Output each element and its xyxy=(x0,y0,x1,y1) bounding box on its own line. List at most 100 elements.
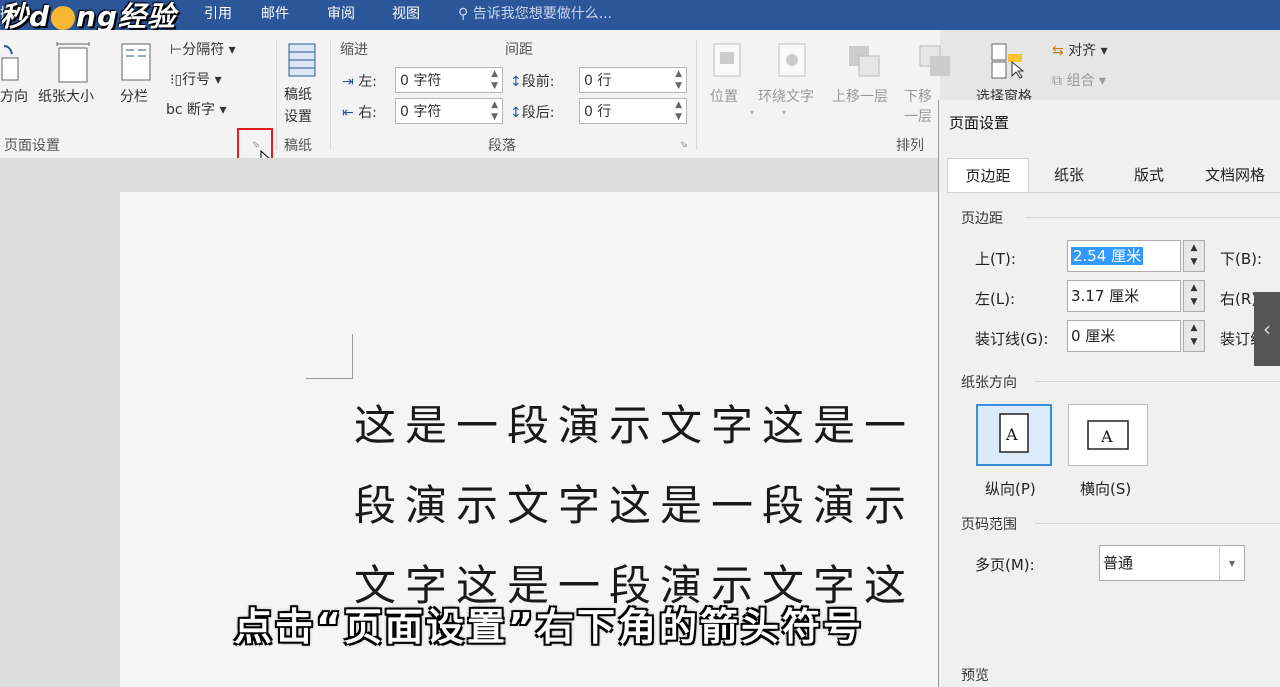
paragraph-launcher-icon[interactable]: ⬂ xyxy=(680,140,688,150)
draft-paper-icon xyxy=(287,42,317,82)
gutter-spinner[interactable]: ▲ ▼ xyxy=(1183,320,1205,352)
portrait-label: 纵向(P) xyxy=(985,480,1036,498)
paragraph-group-label: 段落 xyxy=(488,138,516,154)
dropdown-arrows: ▾ ▾ xyxy=(750,108,787,117)
arrange-group-label: 排列 xyxy=(896,138,924,154)
margins-section-title: 页边距 xyxy=(961,211,1003,227)
indent-title: 缩进 xyxy=(340,42,368,58)
top-margin-input[interactable]: 2.54 厘米 xyxy=(1067,240,1181,272)
indent-left-input[interactable]: 0 字符 ▲ ▼ xyxy=(395,67,503,93)
bottom-margin-label: 下(B): xyxy=(1220,250,1263,268)
send-backward-button[interactable]: 下移一层 xyxy=(904,86,940,126)
group-button[interactable]: ⧉ 组合 ▾ xyxy=(1052,70,1106,90)
columns-icon xyxy=(120,42,152,86)
document-text-line: 段演示文字这是一段演示 xyxy=(354,481,916,530)
tab-layout[interactable]: 版式 xyxy=(1109,158,1189,192)
columns-button[interactable]: 分栏 xyxy=(120,86,148,106)
spinner-arrows-icon[interactable]: ▲ ▼ xyxy=(675,99,682,123)
spinner-arrows-icon[interactable]: ▲ ▼ xyxy=(675,68,682,92)
svg-text:A: A xyxy=(1005,425,1018,444)
position-button[interactable]: 位置 xyxy=(710,86,738,106)
line-numbers-icon: ⁝▯ xyxy=(170,72,183,88)
orientation-icon xyxy=(0,44,20,84)
paper-size-button[interactable]: 纸张大小 xyxy=(38,86,94,106)
tab-margins[interactable]: 页边距 xyxy=(947,158,1029,192)
spacing-title: 间距 xyxy=(505,42,533,58)
page-setup-group-label: 页面设置 xyxy=(4,138,60,154)
paper-size-icon xyxy=(55,42,91,88)
align-button[interactable]: ⇆ 对齐 ▾ xyxy=(1052,40,1108,60)
spinner-arrows-icon[interactable]: ▲ ▼ xyxy=(491,99,498,123)
group-divider xyxy=(696,40,697,150)
landscape-page-icon: A xyxy=(1087,420,1129,450)
wrap-text-button[interactable]: 环绕文字 xyxy=(758,86,814,106)
top-margin-label: 上(T): xyxy=(975,250,1016,268)
tab-view[interactable]: 视图 xyxy=(392,3,420,25)
indent-right-label: ⇤ 右: xyxy=(342,105,377,121)
bring-forward-button[interactable]: 上移一层 xyxy=(832,86,888,106)
tab-paper[interactable]: 纸张 xyxy=(1029,158,1109,192)
gutter-input[interactable]: 0 厘米 xyxy=(1067,320,1181,352)
bring-forward-icon xyxy=(847,44,881,82)
section-divider xyxy=(1035,381,1280,382)
multiple-pages-label: 多页(M): xyxy=(975,556,1035,574)
document-text-line: 这是一段演示文字这是一 xyxy=(354,401,916,450)
spacing-after-input[interactable]: 0 行 ▲ ▼ xyxy=(579,98,687,124)
spacing-before-label: ↕段前: xyxy=(510,74,555,90)
group-divider xyxy=(330,40,331,150)
draft-setup-button-line1[interactable]: 稿纸 xyxy=(284,84,312,104)
tab-mailings[interactable]: 邮件 xyxy=(261,3,289,25)
spinner-arrows-icon[interactable]: ▲ ▼ xyxy=(491,68,498,92)
hyphenation-icon: bc xyxy=(166,102,183,118)
tab-review[interactable]: 审阅 xyxy=(327,3,355,25)
preview-section-title: 预览 xyxy=(961,668,989,684)
group-divider xyxy=(276,40,277,150)
breaks-icon: ⊢ xyxy=(170,42,183,58)
indent-right-input[interactable]: 0 字符 ▲ ▼ xyxy=(395,98,503,124)
landscape-label: 横向(S) xyxy=(1080,480,1132,498)
tell-me-box[interactable]: ⚲ 告诉我您想要做什么... xyxy=(458,3,612,25)
tab-doc-grid[interactable]: 文档网格 xyxy=(1189,158,1280,192)
left-margin-label: 左(L): xyxy=(975,290,1016,308)
tab-references[interactable]: 引用 xyxy=(204,3,232,25)
chevron-left-icon: ‹ xyxy=(1263,317,1271,341)
wrap-text-icon xyxy=(777,42,807,82)
watermark-logo: 秒d ng经验 xyxy=(0,0,177,33)
left-margin-spinner[interactable]: ▲ ▼ xyxy=(1183,280,1205,312)
portrait-option[interactable]: A xyxy=(976,404,1052,466)
section-divider xyxy=(1025,217,1280,218)
page-setup-dialog: 页面设置 页边距 纸张 版式 文档网格 页边距 上(T): 2.54 厘米 ▲ ▼… xyxy=(938,100,1280,687)
align-icon: ⇆ xyxy=(1052,43,1064,59)
side-collapse-button[interactable]: ‹ xyxy=(1254,292,1280,366)
svg-text:A: A xyxy=(1100,427,1113,446)
group-objects-icon: ⧉ xyxy=(1052,73,1062,89)
chevron-down-icon[interactable]: ▾ xyxy=(1219,546,1244,580)
multiple-pages-select[interactable]: 普通 ▾ xyxy=(1099,545,1245,581)
indent-left-label: ⇥ 左: xyxy=(342,74,377,90)
ribbon-layout: 方向 纸张大小 分栏 ⊢分隔符 ▾ ⁝▯行号 ▾ bc 断字 ▾ 页面设置 ⬂ … xyxy=(0,30,950,170)
indent-left-icon: ⇥ xyxy=(342,74,354,90)
video-subtitle: 点击“页面设置”右下角的箭头符号 xyxy=(234,605,864,649)
line-numbers-button[interactable]: ⁝▯行号 ▾ xyxy=(170,69,222,89)
orientation-section-title: 纸张方向 xyxy=(961,375,1017,391)
hyphenation-button[interactable]: bc 断字 ▾ xyxy=(166,99,227,119)
left-margin-input[interactable]: 3.17 厘米 xyxy=(1067,280,1181,312)
pages-section-title: 页码范围 xyxy=(961,517,1017,533)
tell-me-text: 告诉我您想要做什么... xyxy=(472,6,613,22)
lightbulb-icon: ⚲ xyxy=(458,6,469,22)
breaks-button[interactable]: ⊢分隔符 ▾ xyxy=(170,39,236,59)
position-icon xyxy=(712,42,742,82)
dialog-title: 页面设置 xyxy=(949,114,1010,132)
page-setup-launcher-icon[interactable]: ⬂ xyxy=(252,140,260,150)
spacing-after-label: ↕段后: xyxy=(510,105,555,121)
gutter-label: 装订线(G): xyxy=(975,330,1049,348)
orientation-button[interactable]: 方向 xyxy=(0,86,28,106)
draft-setup-button-line2[interactable]: 设置 xyxy=(284,106,312,126)
indent-right-icon: ⇤ xyxy=(342,105,354,121)
section-divider xyxy=(1035,523,1280,524)
top-margin-spinner[interactable]: ▲ ▼ xyxy=(1183,240,1205,272)
draft-group-label: 稿纸 xyxy=(284,138,312,154)
spacing-after-icon: ↕ xyxy=(510,105,522,121)
landscape-option[interactable]: A xyxy=(1068,404,1148,466)
spacing-before-input[interactable]: 0 行 ▲ ▼ xyxy=(579,67,687,93)
